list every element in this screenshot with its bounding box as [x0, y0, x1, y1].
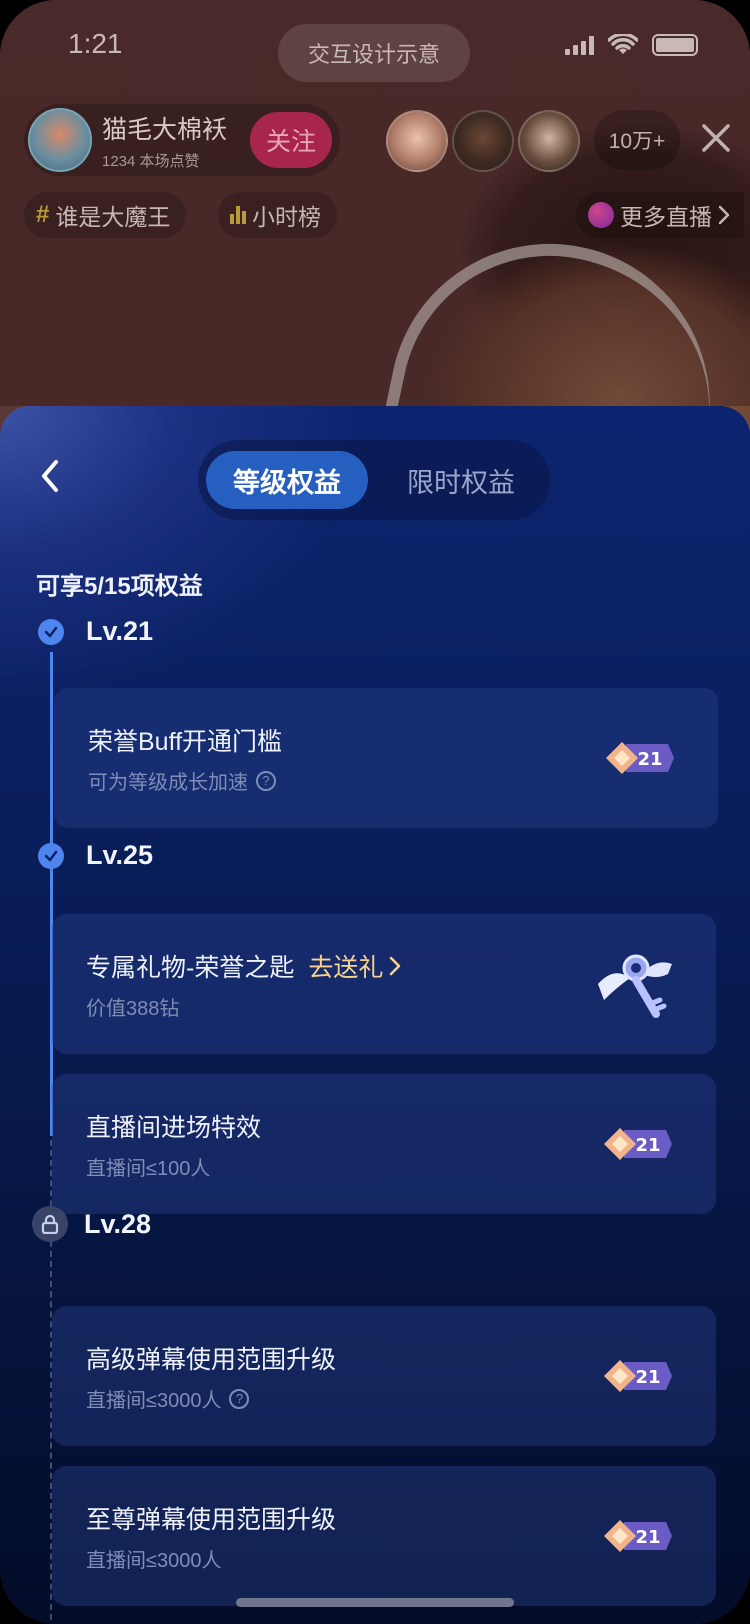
- rank-bars-icon: [230, 206, 246, 224]
- hashtag-label: 谁是大魔王: [55, 204, 171, 230]
- benefit-title: 高级弹幕使用范围升级: [86, 1340, 336, 1376]
- benefit-subtitle: 直播间≤3000人: [86, 1544, 221, 1573]
- benefit-title-text: 直播间进场特效: [86, 1114, 262, 1142]
- benefit-title-text: 高级弹幕使用范围升级: [86, 1346, 337, 1374]
- benefit-subtitle-text: 直播间≤3000人: [86, 1390, 222, 1412]
- benefit-card: 直播间进场特效 直播间≤100人 21: [52, 1074, 716, 1214]
- level-label: Lv.21: [86, 616, 154, 646]
- level-row-25: Lv.25: [38, 840, 153, 871]
- host-avatar[interactable]: [28, 108, 92, 172]
- follow-button[interactable]: 关注: [250, 112, 332, 168]
- benefit-subtitle: 可为等级成长加速 ?: [88, 766, 276, 795]
- level-row-21: Lv.21: [38, 616, 153, 647]
- host-info: 猫毛大棉袄 1234 本场点赞: [102, 110, 227, 171]
- hourly-rank-label: 小时榜: [252, 204, 321, 230]
- hourly-rank-tag[interactable]: 小时榜: [218, 192, 337, 238]
- signal-icon: [565, 35, 594, 55]
- key-gift-icon: [598, 954, 672, 1018]
- host-name: 猫毛大棉袄: [102, 115, 228, 144]
- phone-screen: 1:21 交互设计示意 猫毛大棉袄 1234 本场点赞 关注 10万+ # 谁是…: [0, 0, 750, 1624]
- benefit-summary: 可享5/15项权益: [36, 573, 203, 600]
- level-row-28: Lv.28: [32, 1206, 152, 1242]
- benefit-tabs: 等级权益 限时权益: [198, 440, 550, 520]
- check-icon: [38, 842, 64, 869]
- check-icon: [38, 618, 64, 645]
- benefit-subtitle-text: 直播间≤100人: [86, 1158, 211, 1180]
- benefit-card: 至尊弹幕使用范围升级 直播间≤3000人 21: [52, 1466, 716, 1606]
- viewer-avatars[interactable]: [386, 110, 580, 172]
- home-indicator[interactable]: [236, 1598, 514, 1607]
- benefit-title-text: 荣誉Buff开通门槛: [88, 728, 283, 756]
- badge-level-text: 21: [635, 1527, 660, 1548]
- host-like-count: 1234 本场点赞: [102, 152, 200, 170]
- status-center-pill: 交互设计示意: [278, 24, 470, 82]
- close-icon[interactable]: [696, 118, 736, 158]
- send-gift-link[interactable]: 去送礼: [308, 948, 401, 984]
- benefit-subtitle-text: 可为等级成长加速: [88, 772, 248, 794]
- level-label: Lv.28: [84, 1208, 152, 1239]
- badge-level-text: 21: [637, 749, 662, 770]
- battery-icon: [652, 34, 698, 56]
- benefit-title: 直播间进场特效: [86, 1108, 261, 1144]
- benefit-title: 至尊弹幕使用范围升级: [86, 1500, 336, 1536]
- level-badge-icon: 21: [604, 1360, 672, 1392]
- benefit-title-text: 专属礼物-荣誉之匙: [86, 954, 295, 982]
- hash-icon: #: [36, 201, 50, 228]
- chevron-right-icon: [718, 205, 730, 225]
- badge-level-text: 21: [635, 1367, 660, 1388]
- live-dot-icon: [588, 202, 614, 228]
- level-badge-icon: 21: [604, 1128, 672, 1160]
- viewer-count[interactable]: 10万+: [594, 110, 680, 170]
- benefit-subtitle-text: 直播间≤3000人: [86, 1550, 222, 1572]
- badge-level-text: 21: [635, 1135, 660, 1156]
- benefit-card[interactable]: 专属礼物-荣誉之匙 去送礼 价值388钻: [52, 914, 716, 1054]
- chevron-right-icon: [390, 956, 401, 976]
- help-icon[interactable]: ?: [256, 770, 276, 791]
- avatar[interactable]: [518, 110, 580, 172]
- tab-limited-benefits[interactable]: 限时权益: [380, 451, 542, 509]
- level-badge-icon: 21: [604, 1520, 672, 1552]
- level-label: Lv.25: [86, 840, 154, 870]
- benefit-subtitle: 直播间≤3000人 ?: [86, 1384, 250, 1413]
- wifi-icon: [608, 34, 638, 54]
- help-icon[interactable]: ?: [229, 1388, 250, 1409]
- hashtag-tag[interactable]: # 谁是大魔王: [24, 192, 187, 238]
- more-live-label: 更多直播: [620, 204, 712, 230]
- benefit-subtitle: 价值388钻: [86, 992, 179, 1021]
- benefit-card: 荣誉Buff开通门槛 可为等级成长加速 ? 21: [54, 688, 718, 828]
- benefits-sheet: 等级权益 限时权益 可享5/15项权益 Lv.21 荣誉Buff开通门槛 可为等…: [0, 406, 750, 1624]
- benefit-title: 荣誉Buff开通门槛: [88, 722, 282, 758]
- more-live-button[interactable]: 更多直播: [576, 192, 744, 238]
- timeline-progress-line: [50, 652, 53, 1136]
- lock-icon: [32, 1206, 68, 1242]
- avatar[interactable]: [452, 110, 514, 172]
- benefit-subtitle: 直播间≤100人: [86, 1152, 210, 1181]
- benefit-title: 专属礼物-荣誉之匙 去送礼: [86, 948, 401, 984]
- benefit-subtitle-text: 价值388钻: [86, 998, 180, 1020]
- level-badge-icon: 21: [606, 742, 674, 774]
- send-gift-label: 去送礼: [308, 954, 384, 982]
- benefit-title-text: 至尊弹幕使用范围升级: [86, 1506, 337, 1534]
- host-chip[interactable]: 猫毛大棉袄 1234 本场点赞 关注: [24, 104, 340, 176]
- status-icons: [565, 34, 698, 56]
- back-arrow-icon[interactable]: [36, 456, 66, 496]
- status-time: 1:21: [68, 28, 123, 59]
- tab-level-benefits[interactable]: 等级权益: [206, 451, 368, 509]
- benefit-card: 高级弹幕使用范围升级 直播间≤3000人 ? 21: [52, 1306, 716, 1446]
- avatar[interactable]: [386, 110, 448, 172]
